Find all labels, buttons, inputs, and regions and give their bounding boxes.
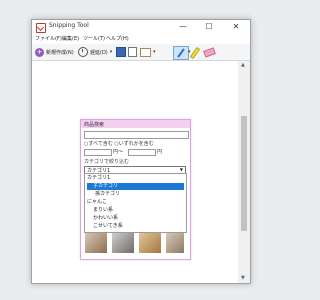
price-min-box [84, 149, 112, 156]
highlighter-icon[interactable] [189, 46, 201, 60]
capture-header: 商品検索 [81, 120, 190, 128]
send-button[interactable]: ▾ [140, 46, 156, 58]
new-snip-label: 新規作成(N) [46, 49, 74, 56]
pet-photo [85, 233, 107, 253]
chevron-down-icon: ▾ [153, 49, 156, 55]
copy-button[interactable] [128, 46, 137, 58]
dropdown-item: 孫カテゴリ [95, 191, 121, 197]
copy-icon [128, 47, 137, 57]
scroll-up-icon[interactable]: ▲ [241, 62, 245, 68]
category-dropdown-list: カテゴリ1 子カテゴリ 孫カテゴリ にゃんこ まりい系 かわいい系 こせいてき系 [84, 173, 187, 233]
new-snip-button[interactable]: + 新規作成(N) [35, 46, 74, 58]
dropdown-item: まりい系 [93, 207, 114, 213]
snipping-tool-window: Snipping Tool — ☐ ✕ ファイル(F) 編集(E) ツール(T)… [31, 19, 251, 284]
search-option-all: ○すべて含む ○いずれかを含む [84, 141, 154, 147]
scrollbar-thumb[interactable] [241, 116, 247, 231]
pet-photo [139, 233, 161, 253]
chevron-down-icon: ▼ [179, 167, 183, 172]
menu-edit[interactable]: 編集(E) [62, 35, 79, 42]
captured-snip: 商品検索 ○すべて含む ○いずれかを含む 円〜 円 カテゴリで絞り込む カテゴリ… [80, 119, 191, 260]
scroll-down-icon[interactable]: ▼ [241, 275, 245, 281]
save-icon [116, 47, 126, 57]
menu-bar: ファイル(F) 編集(E) ツール(T) ヘルプ(H) [32, 34, 250, 44]
menu-help[interactable]: ヘルプ(H) [106, 35, 129, 42]
clock-icon [78, 47, 88, 57]
maximize-button[interactable]: ☐ [198, 20, 220, 34]
pen-icon[interactable] [173, 46, 189, 60]
pet-photo [112, 233, 134, 253]
pet-photo [166, 233, 184, 253]
category-label: カテゴリで絞り込む [84, 159, 130, 165]
delay-label: 遅延(D) [90, 49, 108, 56]
capture-title: 商品検索 [84, 122, 105, 128]
new-snip-icon: + [35, 47, 44, 57]
capture-search-box [84, 131, 189, 139]
dropdown-item: カテゴリ1 [87, 175, 111, 181]
price-unit-to: 円 [157, 149, 163, 155]
toolbar: + 新規作成(N) 遅延(D) ▾ ▾ ▾ [32, 44, 250, 61]
app-icon [36, 23, 46, 33]
dropdown-item-selected: 子カテゴリ [87, 183, 184, 190]
send-icon [140, 47, 151, 57]
vertical-scrollbar[interactable]: ▲ ▼ [238, 61, 250, 283]
title-bar: Snipping Tool — ☐ ✕ [32, 20, 250, 34]
delay-button[interactable]: 遅延(D) ▾ [78, 46, 112, 58]
snip-canvas: 商品検索 ○すべて含む ○いずれかを含む 円〜 円 カテゴリで絞り込む カテゴリ… [32, 61, 238, 283]
chevron-down-icon: ▾ [109, 49, 113, 55]
eraser-icon[interactable] [203, 47, 216, 58]
close-button[interactable]: ✕ [225, 20, 247, 34]
price-max-box [128, 149, 156, 156]
dropdown-item: にゃんこ [87, 199, 108, 205]
save-button[interactable] [116, 46, 126, 58]
dropdown-item: こせいてき系 [93, 223, 123, 229]
window-title: Snipping Tool [49, 22, 89, 29]
dropdown-item: かわいい系 [93, 215, 119, 221]
price-unit-from: 円〜 [113, 149, 124, 155]
menu-file[interactable]: ファイル(F) [35, 35, 62, 42]
menu-tools[interactable]: ツール(T) [83, 35, 105, 42]
minimize-button[interactable]: — [172, 20, 194, 34]
